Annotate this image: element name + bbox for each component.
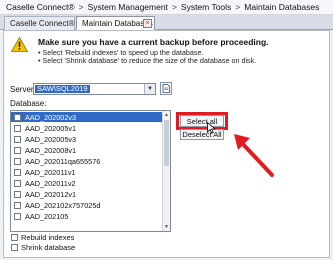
scroll-up-icon[interactable]: ▲ <box>163 111 170 119</box>
database-name: AAD_202011qa655576 <box>25 156 101 166</box>
close-icon[interactable]: × <box>143 19 152 28</box>
maintain-databases-panel: Make sure you have a current backup befo… <box>3 30 330 258</box>
database-name: AAD_202011v1 <box>25 167 76 177</box>
rebuild-indexes-checkbox[interactable] <box>11 234 18 241</box>
server-select[interactable]: SAW\SQL2019 ▼ <box>33 83 156 95</box>
chevron-down-icon[interactable]: ▼ <box>144 84 155 94</box>
database-name: AAD_202102x757025d <box>25 200 101 210</box>
document-icon <box>162 84 170 93</box>
mouse-pointer-icon <box>207 122 216 134</box>
database-label: Database: <box>10 99 47 108</box>
database-list[interactable]: AAD_202002v3 AAD_202005v1 AAD_202005v3 A… <box>10 110 171 232</box>
database-list-item[interactable]: AAD_202102x757025d <box>11 200 163 210</box>
breadcrumb-item-maintain-databases: Maintain Databases <box>244 2 320 12</box>
database-checkbox[interactable] <box>14 157 21 165</box>
database-list-item[interactable]: AAD_202002v3 <box>11 112 163 122</box>
database-name: AAD_202008v1 <box>25 145 77 155</box>
breadcrumb-item-system-management[interactable]: System Management <box>88 2 168 12</box>
database-checkbox[interactable] <box>14 190 21 198</box>
shrink-hint: • Select 'Shrink database' to reduce the… <box>38 56 257 65</box>
tab-label: Caselle Connect® <box>10 19 75 28</box>
red-arrow-icon <box>234 134 274 177</box>
database-checkbox[interactable] <box>14 201 21 209</box>
breadcrumb-separator: > <box>235 2 241 12</box>
select-all-button[interactable]: Select all <box>180 115 224 127</box>
server-browse-button[interactable] <box>160 82 172 95</box>
database-checkbox[interactable] <box>14 113 21 121</box>
breadcrumb-separator: > <box>78 2 84 12</box>
breadcrumb: Caselle Connect® > System Management > S… <box>0 0 333 15</box>
database-checkbox[interactable] <box>14 135 21 143</box>
backup-warning-title: Make sure you have a current backup befo… <box>38 37 269 47</box>
scroll-down-icon[interactable]: ▼ <box>163 223 170 231</box>
scrollbar-thumb[interactable] <box>164 120 169 166</box>
database-name: AAD_202012v1 <box>25 189 77 199</box>
database-list-item[interactable]: AAD_202005v1 <box>11 123 163 133</box>
database-name: AAD_202005v3 <box>25 134 77 144</box>
server-label: Server: <box>10 85 36 94</box>
database-list-item[interactable]: AAD_202011v2 <box>11 178 163 188</box>
tab-strip: Caselle Connect® Maintain Databases × <box>0 15 333 30</box>
database-name: AAD_202105 <box>25 211 69 221</box>
tab-caselle-connect[interactable]: Caselle Connect® <box>4 16 75 30</box>
rebuild-indexes-label: Rebuild indexes <box>21 233 75 242</box>
database-name: AAD_202011v2 <box>25 178 76 188</box>
deselect-all-button[interactable]: Deselect All <box>180 129 224 140</box>
database-name: AAD_202005v1 <box>25 123 77 133</box>
breadcrumb-item-caselle-connect[interactable]: Caselle Connect® <box>6 2 75 12</box>
database-checkbox[interactable] <box>14 179 21 187</box>
database-list-item[interactable]: AAD_202011v1 <box>11 167 163 177</box>
database-checkbox[interactable] <box>14 212 21 220</box>
rebuild-indexes-row[interactable]: Rebuild indexes <box>10 233 74 242</box>
warning-icon <box>11 37 28 52</box>
database-list-scrollbar[interactable]: ▲ ▼ <box>162 111 170 231</box>
database-name: AAD_202002v3 <box>25 112 77 122</box>
breadcrumb-item-system-tools[interactable]: System Tools <box>181 2 231 12</box>
database-list-item[interactable]: AAD_202008v1 <box>11 145 163 155</box>
shrink-database-checkbox[interactable] <box>11 244 18 251</box>
database-checkbox[interactable] <box>14 124 21 132</box>
shrink-database-label: Shrink database <box>21 243 76 252</box>
server-value: SAW\SQL2019 <box>35 84 90 93</box>
database-list-item[interactable]: AAD_202011qa655576 <box>11 156 163 166</box>
database-list-item[interactable]: AAD_202012v1 <box>11 189 163 199</box>
database-checkbox[interactable] <box>14 168 21 176</box>
breadcrumb-separator: > <box>171 2 177 12</box>
database-list-item[interactable]: AAD_202105 <box>11 211 163 221</box>
tab-maintain-databases[interactable]: Maintain Databases × <box>76 16 155 30</box>
database-checkbox[interactable] <box>14 146 21 154</box>
database-list-item[interactable]: AAD_202005v3 <box>11 134 163 144</box>
shrink-database-row[interactable]: Shrink database <box>10 243 75 252</box>
